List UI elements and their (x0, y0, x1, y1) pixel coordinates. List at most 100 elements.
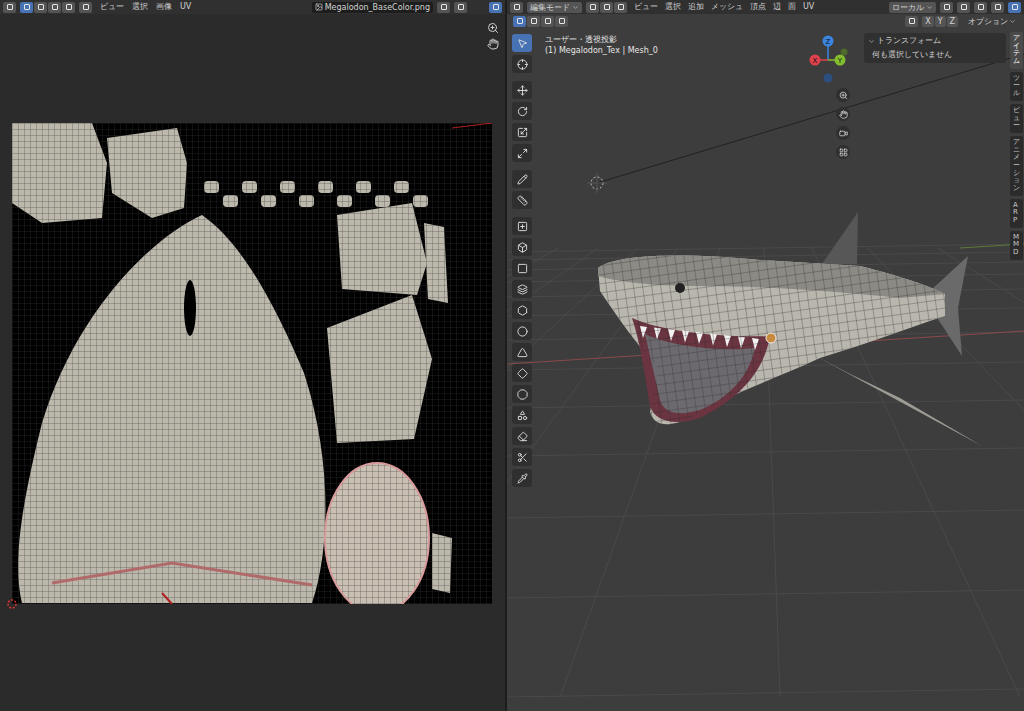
mirror-button[interactable] (905, 16, 918, 27)
menu-item[interactable]: 選択 (132, 0, 148, 14)
tool-button[interactable] (512, 469, 532, 487)
options-dropdown[interactable]: オプション (968, 16, 1016, 27)
tool-icon (517, 242, 528, 253)
collapse-icon[interactable] (868, 38, 875, 45)
tool-button[interactable] (512, 301, 532, 319)
mirror-axis-button[interactable]: Z (947, 16, 958, 27)
menu-item[interactable]: 頂点 (750, 0, 766, 14)
tool-button[interactable] (512, 55, 532, 73)
tool-button[interactable] (512, 123, 532, 141)
menu-item[interactable]: UV (803, 0, 814, 14)
tool-button[interactable] (512, 191, 532, 209)
uv-select-mode-button[interactable] (62, 2, 75, 13)
proportional-button[interactable] (974, 2, 987, 13)
menu-item[interactable]: 辺 (773, 0, 781, 14)
tool-button[interactable] (512, 238, 532, 256)
pan-hand-icon[interactable] (487, 38, 499, 50)
tool-icon (517, 473, 528, 484)
editor-type-button[interactable] (3, 2, 16, 13)
editor-type-button[interactable] (510, 2, 523, 13)
menu-item[interactable]: 面 (788, 0, 796, 14)
sidebar-tab[interactable]: ツール (1010, 72, 1023, 101)
blender-window: ビュー選択画像UVMegalodon_BaseColor.png編集モードビュー… (0, 0, 1024, 711)
menu-item[interactable]: ビュー (100, 0, 124, 14)
tool-button[interactable] (512, 364, 532, 382)
xray-button[interactable] (1008, 2, 1021, 13)
vertex-mode-button[interactable] (586, 2, 599, 13)
sidebar-tab[interactable]: MMD (1010, 231, 1023, 260)
viewport-menu-bar: ビュー選択追加メッシュ頂点辺面 UV (634, 0, 814, 14)
uv-canvas[interactable] (0, 14, 505, 711)
navigation-gizmo[interactable]: ZXY (803, 32, 853, 88)
tool-button[interactable] (512, 34, 532, 52)
tool-header: XYZ オプション (507, 14, 1024, 28)
pin-button[interactable] (489, 2, 502, 13)
uv-select-mode-button[interactable] (20, 2, 33, 13)
tool-button[interactable] (512, 322, 532, 340)
overlay-button[interactable] (991, 2, 1004, 13)
orientation-dropdown[interactable]: ローカル (889, 2, 936, 13)
viewport-editor: 編集モードビュー選択追加メッシュ頂点辺面UVローカルXYZオプションユーザー・透… (507, 0, 1024, 711)
tool-button[interactable] (512, 343, 532, 361)
mirror-axis-button[interactable]: Y (935, 16, 946, 27)
tool-button[interactable] (512, 427, 532, 445)
uv-select-mode-button[interactable] (48, 2, 61, 13)
uv-select-mode-button[interactable] (34, 2, 47, 13)
viewport-select-mode-button[interactable] (513, 16, 526, 27)
menu-item[interactable]: メッシュ (711, 0, 743, 14)
new-image-button[interactable] (454, 2, 467, 13)
svg-text:X: X (813, 57, 818, 65)
nav-icon (839, 91, 848, 100)
tool-button[interactable] (512, 259, 532, 277)
chevron-icon (1009, 18, 1016, 25)
mirror-axis-button[interactable]: X (922, 16, 933, 27)
panel-title[interactable]: トランスフォーム (877, 36, 941, 46)
sidebar-tab[interactable]: ビュー (1010, 104, 1023, 133)
tool-icon (517, 148, 528, 159)
menu-item[interactable]: 選択 (665, 0, 681, 14)
menu-item[interactable]: ビュー (634, 0, 658, 14)
image-selector[interactable]: Megalodon_BaseColor.png (312, 2, 433, 13)
viewport-select-mode-button[interactable] (541, 16, 554, 27)
nav-button[interactable] (836, 88, 850, 102)
zoom-icon[interactable] (487, 22, 499, 34)
nav-button[interactable] (836, 126, 850, 140)
menu-item[interactable]: 追加 (688, 0, 704, 14)
tool-button[interactable] (512, 385, 532, 403)
panel-message: 何も選択していません (868, 50, 1002, 60)
snap-button[interactable] (957, 2, 970, 13)
sidebar-tab[interactable]: アイテム (1010, 32, 1023, 69)
object-info: (1) Megalodon_Tex | Mesh_0 (545, 45, 658, 56)
tool-icon (517, 174, 528, 185)
menu-item[interactable]: UV (180, 0, 191, 14)
viewport-select-mode-button[interactable] (527, 16, 540, 27)
nav-button[interactable] (836, 107, 850, 121)
tool-icon (517, 347, 528, 358)
tool-button[interactable] (512, 406, 532, 424)
pivot-button[interactable] (940, 2, 953, 13)
sidebar-tab[interactable]: ARP (1010, 199, 1023, 228)
viewport[interactable]: XYZオプションユーザー・透視投影(1) Megalodon_Tex | Mes… (507, 14, 1024, 711)
nav-button[interactable] (836, 145, 850, 159)
viewport-select-mode-button[interactable] (555, 16, 568, 27)
mode-dropdown[interactable]: 編集モード (527, 2, 582, 13)
tool-button[interactable] (512, 217, 532, 235)
tool-icon (517, 410, 528, 421)
sync-button[interactable] (79, 2, 92, 13)
chevron-icon (572, 4, 579, 11)
tool-button[interactable] (512, 144, 532, 162)
face-mode-button[interactable] (614, 2, 627, 13)
tool-button[interactable] (512, 170, 532, 188)
menu-item[interactable]: 画像 (156, 0, 172, 14)
tool-button[interactable] (512, 102, 532, 120)
tool-button[interactable] (512, 81, 532, 99)
edge-mode-button[interactable] (600, 2, 613, 13)
tool-button[interactable] (512, 448, 532, 466)
viewport-scene[interactable] (507, 14, 1024, 697)
fake-user-button[interactable] (437, 2, 450, 13)
tool-button[interactable] (512, 280, 532, 298)
sidebar-tab[interactable]: アニメーション (1010, 136, 1023, 196)
tool-icon (517, 431, 528, 442)
tool-icon (517, 326, 528, 337)
tool-icon (517, 221, 528, 232)
